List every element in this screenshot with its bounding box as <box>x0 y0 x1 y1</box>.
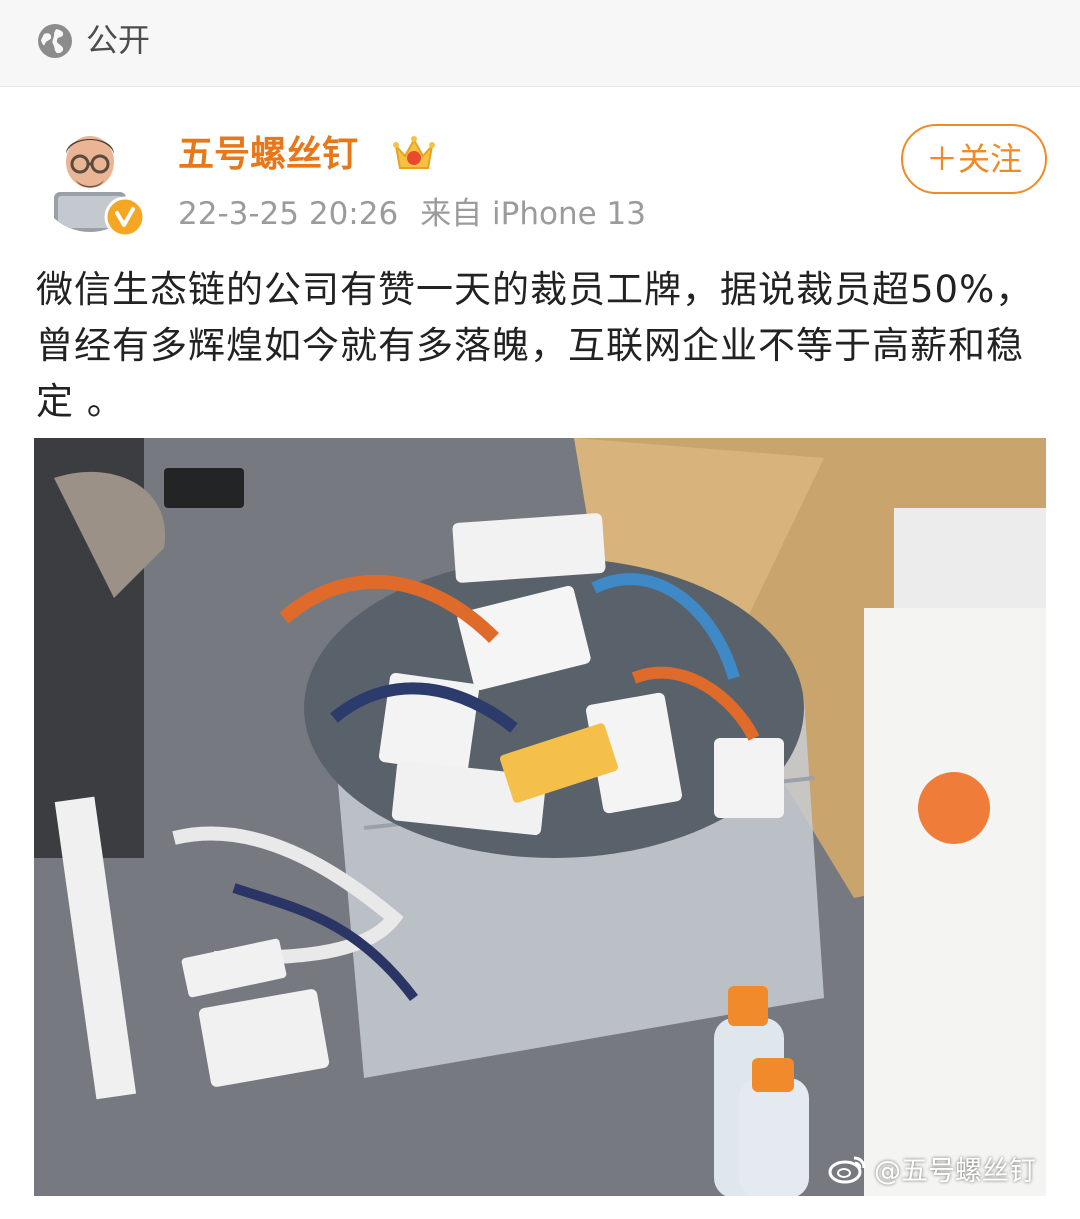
author-name[interactable]: 五号螺丝钉 <box>178 132 358 178</box>
visibility-label: 公开 <box>86 21 151 59</box>
follow-button[interactable]: ＋关注 <box>901 124 1047 194</box>
post-meta: 22-3-25 20:26 来自 iPhone 13 <box>178 192 646 236</box>
post-image[interactable]: @五号螺丝钉 <box>34 438 1046 1196</box>
post-date: 22-3-25 20:26 <box>178 196 399 232</box>
post-source: 来自 iPhone 13 <box>420 196 646 232</box>
globe-icon <box>38 24 72 58</box>
photo-of-badges-in-box <box>34 438 1046 1196</box>
image-watermark: @五号螺丝钉 <box>828 1146 1036 1190</box>
weibo-icon <box>828 1156 866 1184</box>
visibility-bar: 公开 <box>0 0 1080 87</box>
post-text: 微信生态链的公司有赞一天的裁员工牌，据说裁员超50%，曾经有多辉煌如今就有多落魄… <box>36 268 1034 423</box>
watermark-text: @五号螺丝钉 <box>874 1155 1036 1187</box>
verified-badge-icon <box>104 196 146 238</box>
crown-icon[interactable] <box>392 134 436 174</box>
